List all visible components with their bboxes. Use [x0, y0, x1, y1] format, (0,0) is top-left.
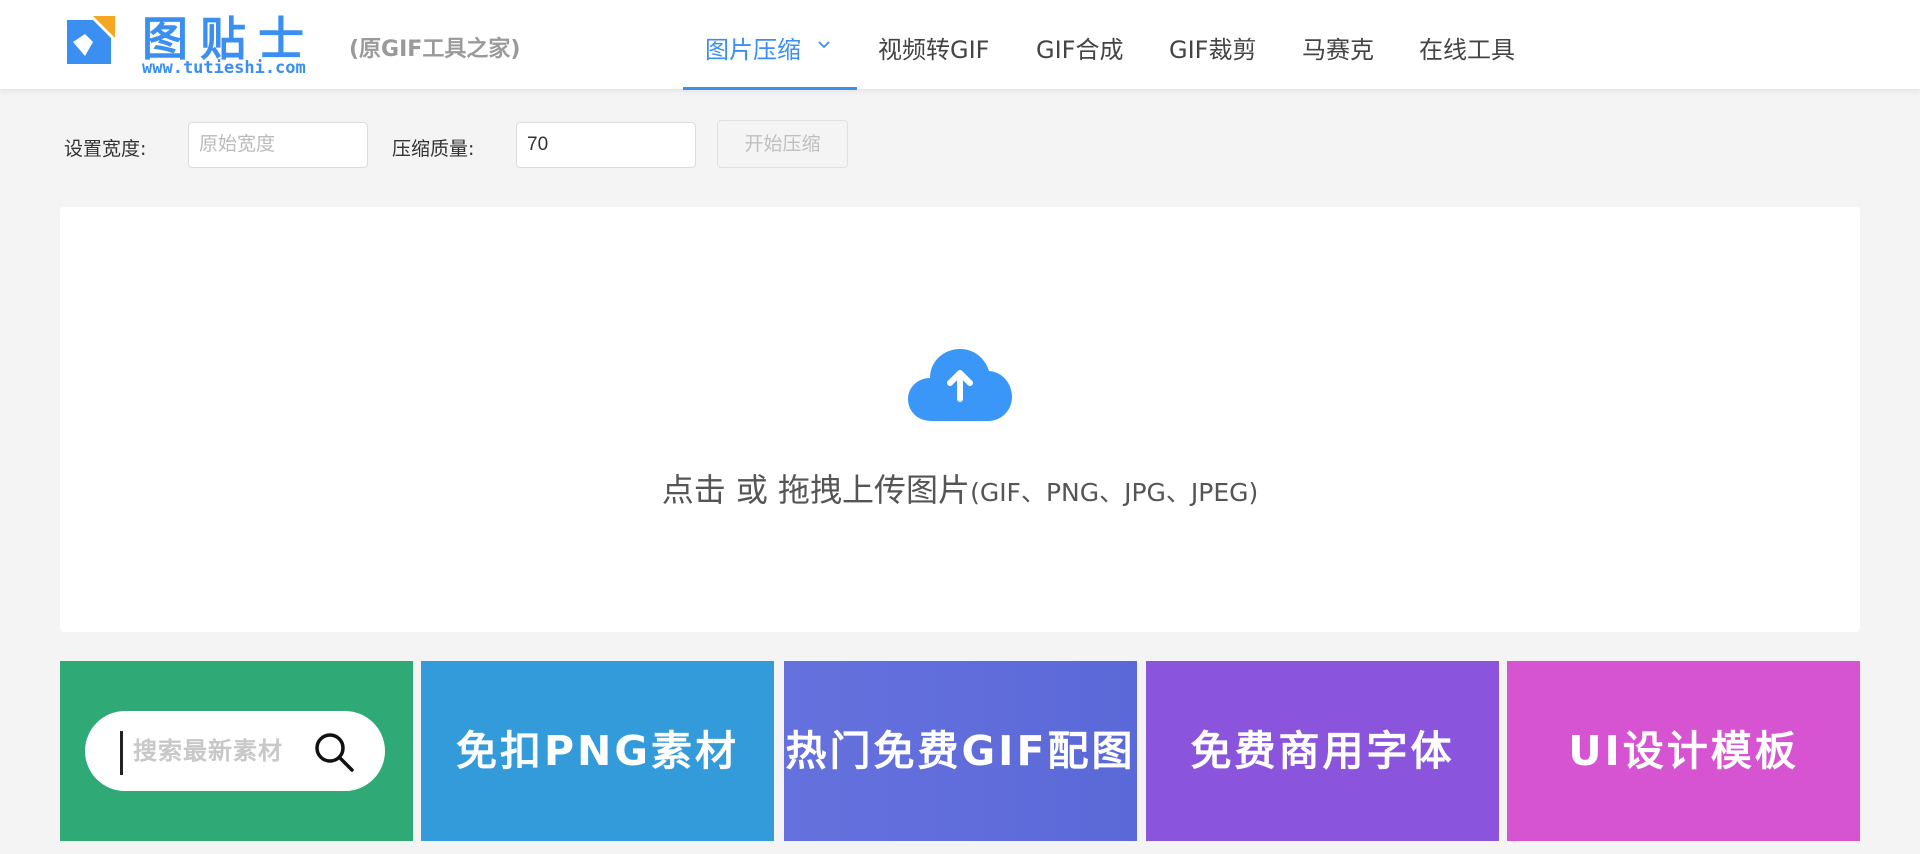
nav-item-mosaic[interactable]: 马赛克: [1302, 30, 1374, 65]
site-header: 图贴士 www.tutieshi.com (原GIF工具之家) 图片压缩 视频转…: [0, 0, 1920, 90]
text-caret: [120, 731, 123, 775]
cloud-upload-icon: [908, 349, 1012, 421]
search-icon[interactable]: [313, 731, 355, 773]
brand-subtitle: (原GIF工具之家): [349, 37, 521, 62]
chevron-down-icon[interactable]: [818, 40, 830, 50]
search-banner: 搜索最新素材: [60, 661, 413, 841]
banner-free-gif[interactable]: 热门免费GIF配图: [784, 661, 1137, 841]
nav-item-online-tools[interactable]: 在线工具: [1419, 30, 1515, 65]
quality-input[interactable]: [516, 122, 696, 168]
banner-free-fonts[interactable]: 免费商用字体: [1146, 661, 1499, 841]
quality-label: 压缩质量:: [392, 138, 475, 160]
material-search-box[interactable]: 搜索最新素材: [85, 711, 385, 791]
width-input[interactable]: [188, 122, 368, 168]
banner-ui-templates[interactable]: UI设计模板: [1507, 661, 1860, 841]
nav-item-gif-merge[interactable]: GIF合成: [1036, 30, 1123, 65]
nav-item-image-compress[interactable]: 图片压缩: [705, 30, 801, 65]
width-label: 设置宽度:: [64, 138, 147, 160]
nav-item-video-to-gif[interactable]: 视频转GIF: [878, 30, 989, 65]
start-compress-button[interactable]: 开始压缩: [717, 120, 848, 168]
nav-active-underline: [683, 87, 857, 90]
upload-instruction: 点击 或 拖拽上传图片(GIF、PNG、JPG、JPEG): [60, 465, 1860, 511]
brand-url: www.tutieshi.com: [142, 58, 306, 78]
search-placeholder: 搜索最新素材: [133, 737, 283, 765]
upload-dropzone[interactable]: 点击 或 拖拽上传图片(GIF、PNG、JPG、JPEG): [60, 207, 1860, 632]
upload-formats: (GIF、PNG、JPG、JPEG): [970, 478, 1259, 507]
nav-item-gif-crop[interactable]: GIF裁剪: [1169, 30, 1256, 65]
tutieshi-logo-icon[interactable]: [63, 12, 123, 72]
banner-png-materials[interactable]: 免扣PNG素材: [421, 661, 774, 841]
upload-main-text: 点击 或 拖拽上传图片: [661, 471, 971, 509]
